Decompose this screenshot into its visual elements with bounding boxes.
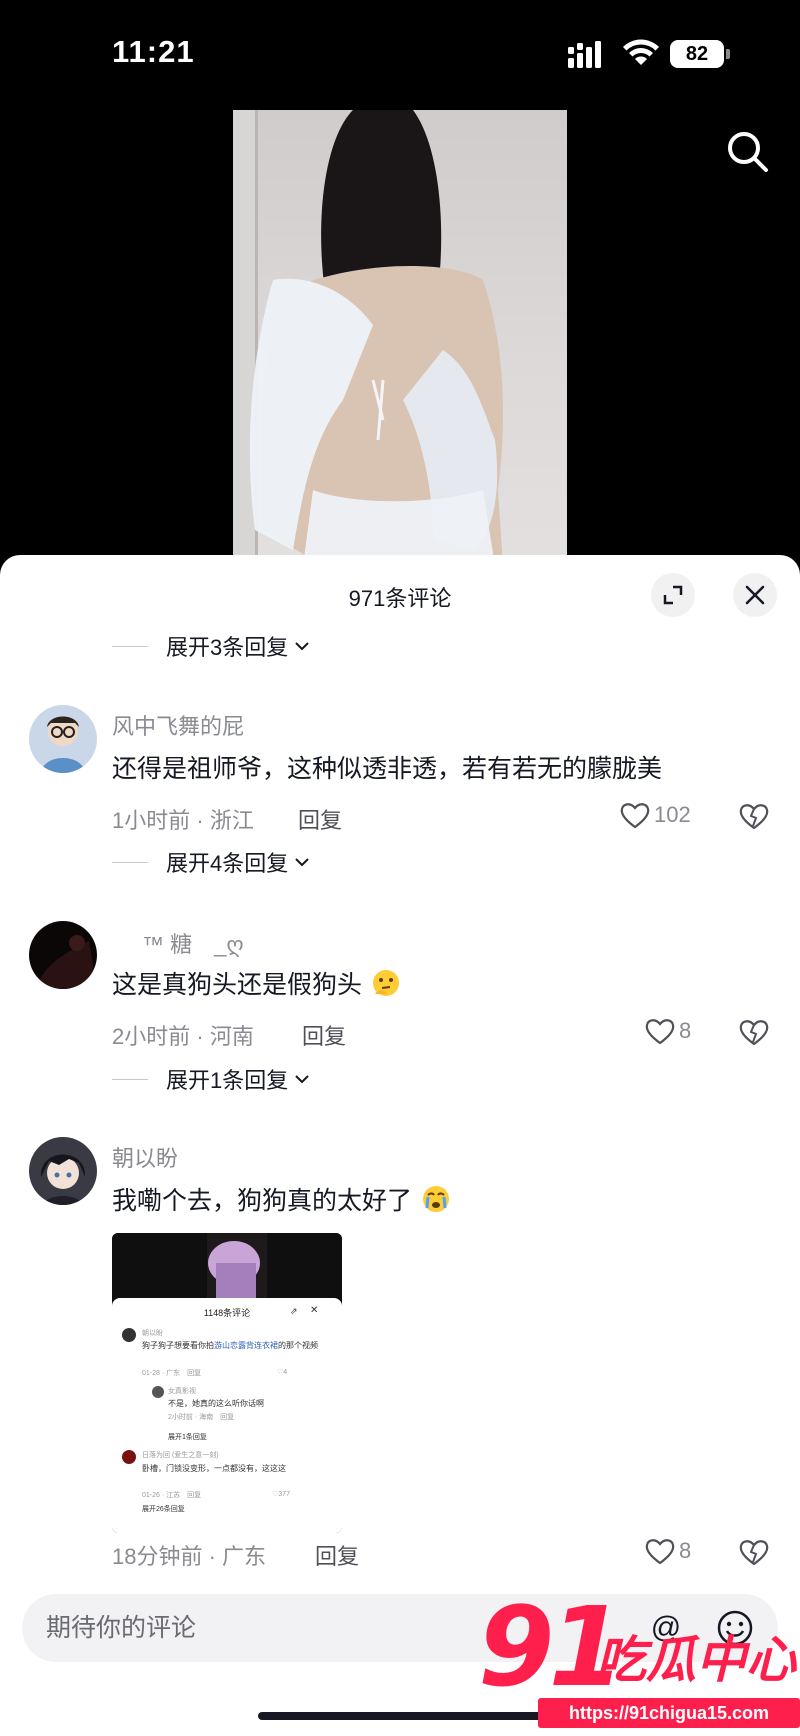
- chevron-down-icon: [295, 1075, 309, 1084]
- chevron-down-icon: [295, 642, 309, 651]
- expand-replies-button[interactable]: 展开3条回复: [112, 629, 310, 663]
- attachment-username: 女真影视: [168, 1388, 196, 1395]
- watermark-url: https://91chigua15.com: [538, 1698, 800, 1728]
- expand-replies-label: 展开4条回复: [166, 851, 289, 876]
- comments-sheet: 971条评论 展开3条回复 风中飞舞的屁 还得是祖师爷，这种似透非透，若有若无的…: [0, 555, 800, 1736]
- expand-replies-button[interactable]: 展开1条回复: [112, 1062, 310, 1096]
- battery-indicator: 82: [670, 40, 730, 68]
- comment-meta: 18分钟前 · 广东: [112, 1544, 267, 1569]
- avatar[interactable]: [29, 1137, 97, 1205]
- watermark-text: 吃瓜中心: [596, 1632, 796, 1688]
- heart-icon: [620, 803, 650, 829]
- attachment-preview-image: [112, 1233, 342, 1303]
- attachment-expand: 展开1条回复: [168, 1434, 207, 1441]
- thinking-face-emoji: [372, 970, 399, 996]
- comment-location: 广东: [222, 1544, 267, 1569]
- cellular-signal-icon: [568, 41, 601, 68]
- status-time: 11:21: [112, 34, 195, 69]
- divider-line: [112, 1078, 148, 1080]
- attachment-like-count: ♡4: [277, 1369, 288, 1376]
- search-button[interactable]: [722, 126, 774, 178]
- close-icon: [745, 585, 765, 605]
- broken-heart-icon: [739, 1540, 769, 1566]
- like-button[interactable]: 102: [620, 801, 691, 829]
- comment-text: 还得是祖师爷，这种似透非透，若有若无的朦胧美: [112, 755, 663, 783]
- attachment-link-icon: ⇗: [290, 1306, 298, 1316]
- attachment-comment-text: 不是，她真的这么听你话啊: [168, 1399, 264, 1408]
- comment-time: 18分钟前: [112, 1544, 203, 1569]
- comment-location: 浙江: [209, 808, 254, 833]
- attachment-comment-text: 卧槽，门锁没变形，一点都没有，这这这: [142, 1464, 286, 1473]
- avatar[interactable]: [29, 921, 97, 989]
- watermark-logo: 91 吃瓜中心 https://91chigua15.com: [478, 1592, 800, 1736]
- reply-button[interactable]: 回复: [302, 1019, 346, 1051]
- comment-time: 2小时前: [112, 1024, 191, 1049]
- comment-text: 这是真狗头还是假狗头: [112, 965, 401, 1001]
- comments-header: 971条评论: [0, 555, 800, 635]
- status-bar: 11:21 82: [0, 0, 800, 100]
- attachment-username: 日落为回 (爱生之意一刻): [142, 1452, 219, 1459]
- attachment-avatar: [122, 1450, 136, 1464]
- dislike-button[interactable]: [738, 801, 770, 831]
- attachment-meta: 2小时前 · 海南 回复: [168, 1414, 235, 1421]
- heart-icon: [645, 1019, 675, 1045]
- attachment-avatar: [152, 1386, 164, 1398]
- broken-heart-icon: [739, 804, 769, 830]
- expand-icon: [663, 585, 683, 605]
- comment-username[interactable]: 朝以盼: [112, 1141, 178, 1173]
- comment-text-content: 我嘞个去，狗狗真的太好了: [112, 1187, 413, 1215]
- attachment-screenshot: 1148条评论 ⇗ ✕ 朝以盼 狗子狗子想要看你拍游山恋露背连衣裙的那个视频 0…: [112, 1298, 342, 1533]
- divider-line: [112, 861, 148, 863]
- reply-button[interactable]: 回复: [298, 803, 342, 835]
- expand-replies-label: 展开3条回复: [166, 635, 289, 660]
- comment-username[interactable]: 风中飞舞的屁: [112, 709, 244, 741]
- attachment-username: 朝以盼: [142, 1330, 163, 1337]
- comment-username[interactable]: ™ 糖 _ღ: [142, 927, 244, 959]
- chevron-down-icon: [295, 858, 309, 867]
- search-icon: [728, 132, 768, 172]
- attachment-title: 1148条评论: [203, 1308, 251, 1318]
- video-content-image: [233, 110, 503, 566]
- comment-image-attachment[interactable]: 1148条评论 ⇗ ✕ 朝以盼 狗子狗子想要看你拍游山恋露背连衣裙的那个视频 0…: [112, 1233, 342, 1533]
- comment-meta: 1小时前 · 浙江: [112, 808, 254, 833]
- like-button[interactable]: 8: [645, 1537, 691, 1565]
- fullscreen-button[interactable]: [651, 573, 695, 617]
- like-count: 8: [679, 1538, 692, 1563]
- video-frame[interactable]: [233, 110, 567, 566]
- attachment-meta: 01-28 · 广东 回复: [142, 1370, 202, 1377]
- close-comments-button[interactable]: [733, 573, 777, 617]
- dislike-button[interactable]: [738, 1537, 770, 1567]
- dislike-button[interactable]: [738, 1017, 770, 1047]
- like-count: 8: [679, 1018, 692, 1043]
- divider-line: [112, 645, 148, 647]
- attachment-expand: 展开26条回复: [142, 1506, 185, 1513]
- expand-replies-label: 展开1条回复: [166, 1068, 289, 1093]
- like-button[interactable]: 8: [645, 1017, 691, 1045]
- comment-location: 河南: [209, 1024, 254, 1049]
- attachment-like-count: ♡377: [272, 1491, 290, 1498]
- video-player[interactable]: [0, 100, 800, 566]
- comment-text-content: 这是真狗头还是假狗头: [112, 971, 363, 999]
- reply-button[interactable]: 回复: [315, 1539, 359, 1571]
- crying-face-emoji: [422, 1186, 449, 1212]
- battery-cap: [726, 49, 730, 59]
- attachment-comment-text: 狗子狗子想要看你拍游山恋露背连衣裙的那个视频: [142, 1341, 318, 1350]
- attachment-close-icon: ✕: [310, 1305, 319, 1316]
- comment-meta: 2小时前 · 河南: [112, 1024, 254, 1049]
- comment-input[interactable]: [46, 1594, 546, 1662]
- wifi-icon: [623, 39, 659, 65]
- attachment-meta: 01-26 · 江苏 回复: [142, 1492, 202, 1499]
- broken-heart-icon: [739, 1020, 769, 1046]
- comment-time: 1小时前: [112, 808, 191, 833]
- like-count: 102: [654, 802, 691, 827]
- expand-replies-button[interactable]: 展开4条回复: [112, 845, 310, 879]
- comment-text: 我嘞个去，狗狗真的太好了: [112, 1181, 451, 1217]
- battery-level: 82: [670, 40, 724, 68]
- avatar[interactable]: [29, 705, 97, 773]
- heart-icon: [645, 1539, 675, 1565]
- attachment-avatar: [122, 1328, 136, 1342]
